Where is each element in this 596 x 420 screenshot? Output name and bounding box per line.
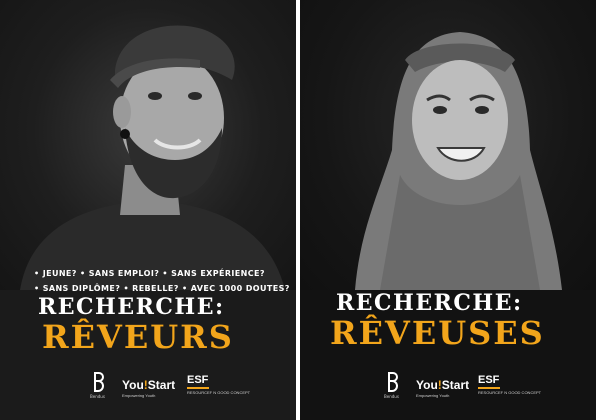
youstart-tail: Start (147, 378, 176, 392)
youstart-logo: You!Start Empowering Youth (122, 378, 175, 398)
esf-word: ESF (478, 374, 500, 386)
subheadline: RÊVEUSES (330, 314, 545, 352)
subheadline: RÊVEURS (42, 318, 234, 356)
portrait-man-illustration (20, 25, 285, 290)
youstart-logo: You!Start Empowering Youth (416, 378, 469, 398)
youstart-tail: Start (441, 378, 470, 392)
question-list: • JEUNE? • SANS EMPLOI? • SANS EXPÉRIENC… (34, 267, 289, 296)
bendus-caption: Bendus (90, 394, 105, 399)
youstart-word: You (122, 378, 144, 392)
bendus-logo: Bendus (384, 370, 402, 399)
esf-tagline: RESOURCEF N GOOD CONCEPT (187, 390, 251, 395)
esf-underline (187, 387, 209, 389)
bendus-logo: Bendus (90, 370, 108, 399)
esf-underline (478, 387, 500, 389)
headline: RECHERCHE: (38, 294, 225, 320)
esf-tagline: RESOURCEF N GOOD CONCEPT (478, 390, 542, 395)
bendus-caption: Bendus (384, 394, 399, 399)
portrait-woman-illustration (355, 32, 562, 290)
sponsor-logos: Bendus You!Start Empowering Youth ESF RE… (300, 370, 596, 406)
headline: RECHERCHE: (336, 290, 523, 316)
portrait-photo-woman (300, 0, 596, 290)
youstart-word: You (416, 378, 438, 392)
question-line-1: • JEUNE? • SANS EMPLOI? • SANS EXPÉRIENC… (34, 269, 265, 278)
poster-reveuses: RECHERCHE: RÊVEUSES Bendus You!Start Emp… (300, 0, 596, 420)
esf-logo: ESF RESOURCEF N GOOD CONCEPT (187, 374, 250, 395)
esf-logo: ESF RESOURCEF N GOOD CONCEPT (478, 374, 541, 395)
portrait-photo-man (0, 0, 296, 290)
esf-word: ESF (187, 374, 209, 386)
youstart-tagline: Empowering Youth (122, 393, 156, 398)
poster-reveurs: • JEUNE? • SANS EMPLOI? • SANS EXPÉRIENC… (0, 0, 296, 420)
youstart-tagline: Empowering Youth (416, 393, 450, 398)
sponsor-logos: Bendus You!Start Empowering Youth ESF RE… (0, 370, 296, 406)
